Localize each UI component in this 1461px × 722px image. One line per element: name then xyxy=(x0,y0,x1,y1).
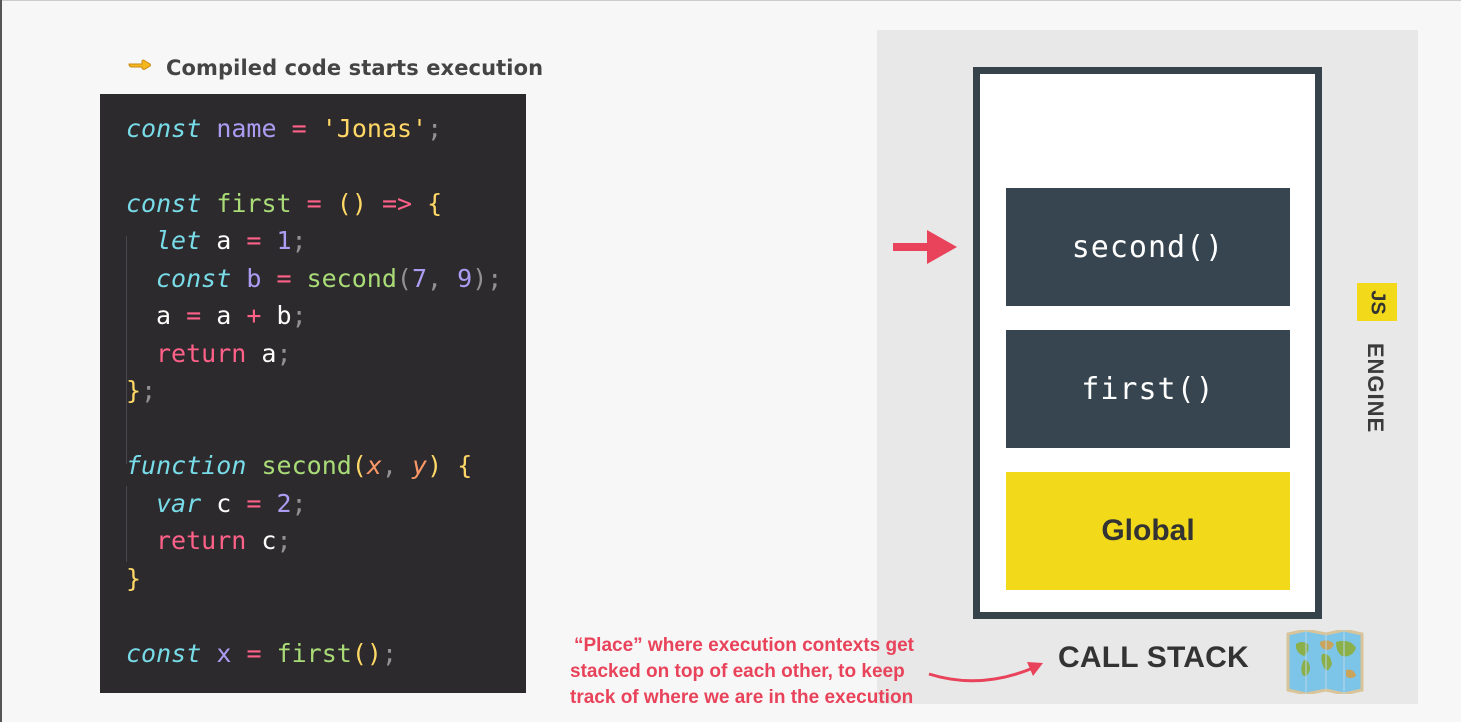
call-stack-note: “Place” where execution contexts get sta… xyxy=(570,633,930,711)
call-stack-label: CALL STACK xyxy=(1058,641,1249,674)
code-line-10: return c; xyxy=(156,526,292,555)
bullet-text: Compiled code starts execution xyxy=(166,56,544,80)
pointing-hand-icon xyxy=(128,56,152,78)
code-line-12: const x = first(); xyxy=(126,639,398,668)
stack-frame-global: Global xyxy=(1006,472,1290,590)
curved-arrow-icon xyxy=(925,650,1047,695)
code-line-11: } xyxy=(126,564,142,593)
js-badge: JS xyxy=(1357,283,1397,321)
code-line-4: const b = second(7, 9); xyxy=(156,264,503,293)
engine-label: ENGINE xyxy=(1363,342,1389,434)
code-line-5: a = a + b; xyxy=(156,301,307,330)
code-line-3: let a = 1; xyxy=(156,226,307,255)
world-map-icon xyxy=(1286,628,1364,696)
code-line-1: const name = 'Jonas'; xyxy=(126,114,443,143)
code-line-8: function second(x, y) { xyxy=(126,451,473,480)
stack-frame-first: first() xyxy=(1006,330,1290,448)
note-line: stacked on top of each other, to keep xyxy=(570,661,905,682)
code-block: const name = 'Jonas'; const first = () =… xyxy=(100,94,526,693)
note-line: track of where we are in the execution xyxy=(570,687,914,708)
code-line-2: const first = () => { xyxy=(126,189,443,218)
bullet-point: Compiled code starts execution xyxy=(128,56,543,80)
note-line: “Place” where execution contexts get xyxy=(574,635,915,656)
code-line-6: return a; xyxy=(156,339,292,368)
stack-frame-second: second() xyxy=(1006,188,1290,306)
code-line-9: var c = 2; xyxy=(156,489,307,518)
page-border-left xyxy=(0,0,2,722)
page-border-top xyxy=(0,0,1461,1)
right-arrow-icon xyxy=(893,228,959,271)
code-line-7: }; xyxy=(126,376,157,405)
